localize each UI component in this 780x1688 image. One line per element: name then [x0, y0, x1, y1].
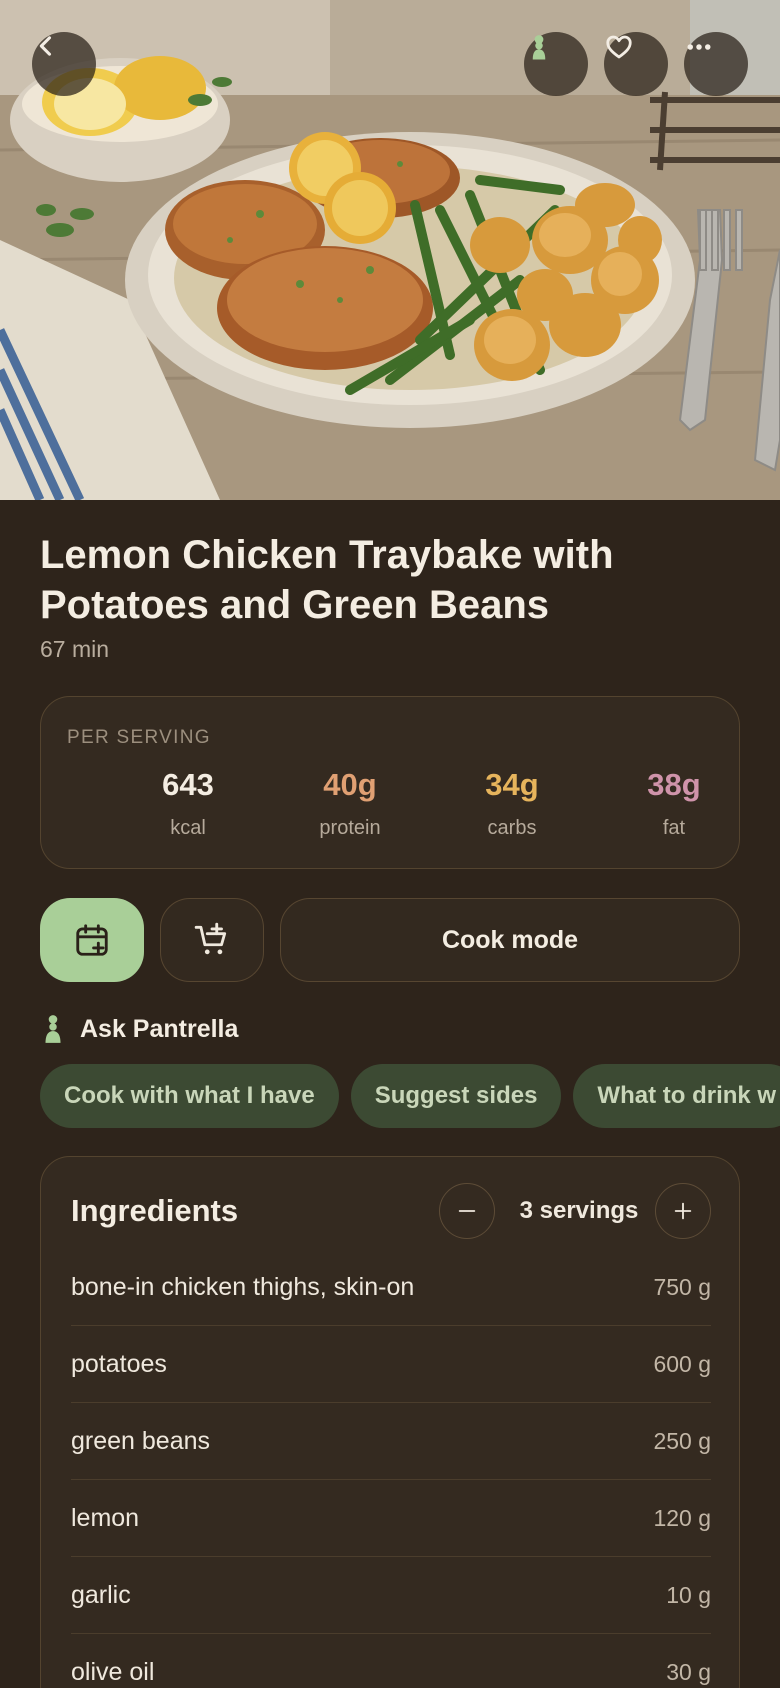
chip-suggest-sides[interactable]: Suggest sides [350, 1064, 562, 1128]
ingredient-quantity: 750 g [653, 1273, 711, 1300]
recipe-duration: 67 min [40, 636, 110, 662]
chevron-left-icon [39, 36, 52, 56]
more-icon [687, 44, 711, 50]
back-button[interactable] [32, 32, 96, 96]
favorite-button[interactable] [604, 32, 668, 96]
ingredient-row: green beans 250 g [71, 1403, 711, 1480]
ingredient-quantity: 10 g [666, 1581, 711, 1608]
chef-icon [532, 35, 546, 60]
ingredient-quantity: 600 g [653, 1350, 711, 1377]
nutrition-label: PER SERVING [67, 727, 211, 748]
ingredient-row: olive oil 30 g [71, 1634, 711, 1688]
nutrition-carbs: 34g carbs [437, 767, 587, 840]
ingredient-quantity: 250 g [653, 1427, 711, 1454]
ingredient-name: olive oil [71, 1657, 155, 1686]
suggestion-chips: Cook with what I have Suggest sides What… [40, 1064, 780, 1128]
nutrition-value: 38g [647, 767, 701, 802]
nutrition-unit: fat [662, 817, 686, 839]
calendar-add-icon [76, 924, 108, 956]
ingredient-row: bone-in chicken thighs, skin-on 750 g [71, 1249, 711, 1326]
nutrition-value: 34g [485, 767, 539, 802]
ingredient-name: garlic [71, 1580, 131, 1609]
ingredients-card: Ingredients 3 servings bone-in chicken t… [40, 1156, 740, 1688]
more-options-button[interactable] [684, 32, 748, 96]
ask-pantrella-header: Ask Pantrella [40, 1012, 238, 1046]
add-to-cart-button[interactable] [160, 898, 264, 982]
increase-servings-button[interactable] [655, 1183, 711, 1239]
add-to-calendar-button[interactable] [40, 898, 144, 982]
nutrition-unit: kcal [170, 817, 206, 839]
ingredient-quantity: 30 g [666, 1658, 711, 1685]
chip-what-to-drink[interactable]: What to drink w [573, 1064, 780, 1128]
ingredient-name: lemon [71, 1503, 140, 1532]
plus-icon [674, 1202, 692, 1220]
servings-count: 3 servings [519, 1197, 639, 1224]
ingredient-name: potatoes [71, 1349, 167, 1378]
nutrition-value: 643 [162, 767, 214, 802]
nutrition-card: PER SERVING 643 kcal 40g protein 34g car… [40, 696, 740, 869]
nutrition-protein: 40g protein [275, 767, 425, 840]
nutrition-unit: carbs [487, 817, 537, 839]
cart-add-icon [194, 922, 227, 955]
chef-icon [45, 1015, 61, 1043]
nutrition-value: 40g [323, 767, 377, 802]
decrease-servings-button[interactable] [439, 1183, 495, 1239]
ingredient-row: lemon 120 g [71, 1480, 711, 1557]
heart-icon [606, 35, 632, 59]
nutrition-kcal: 643 kcal [113, 767, 263, 840]
ingredient-quantity: 120 g [653, 1504, 711, 1531]
nutrition-unit: protein [319, 817, 381, 839]
ingredient-row: potatoes 600 g [71, 1326, 711, 1403]
ingredient-list: bone-in chicken thighs, skin-on 750 g po… [71, 1249, 711, 1688]
chef-assistant-button[interactable] [524, 32, 588, 96]
minus-icon [458, 1210, 476, 1212]
recipe-hero-image [0, 0, 780, 500]
nutrition-fat: 38g fat [599, 767, 749, 840]
chip-cook-with-what-i-have[interactable]: Cook with what I have [40, 1064, 339, 1128]
ingredient-name: green beans [71, 1426, 211, 1455]
ingredient-name: bone-in chicken thighs, skin-on [71, 1272, 415, 1301]
ask-pantrella-label: Ask Pantrella [80, 1014, 239, 1043]
ingredient-row: garlic 10 g [71, 1557, 711, 1634]
ingredients-title: Ingredients [71, 1193, 239, 1228]
recipe-title: Lemon Chicken Traybake with Potatoes and… [40, 533, 614, 627]
cook-mode-button[interactable]: Cook mode [280, 898, 740, 982]
